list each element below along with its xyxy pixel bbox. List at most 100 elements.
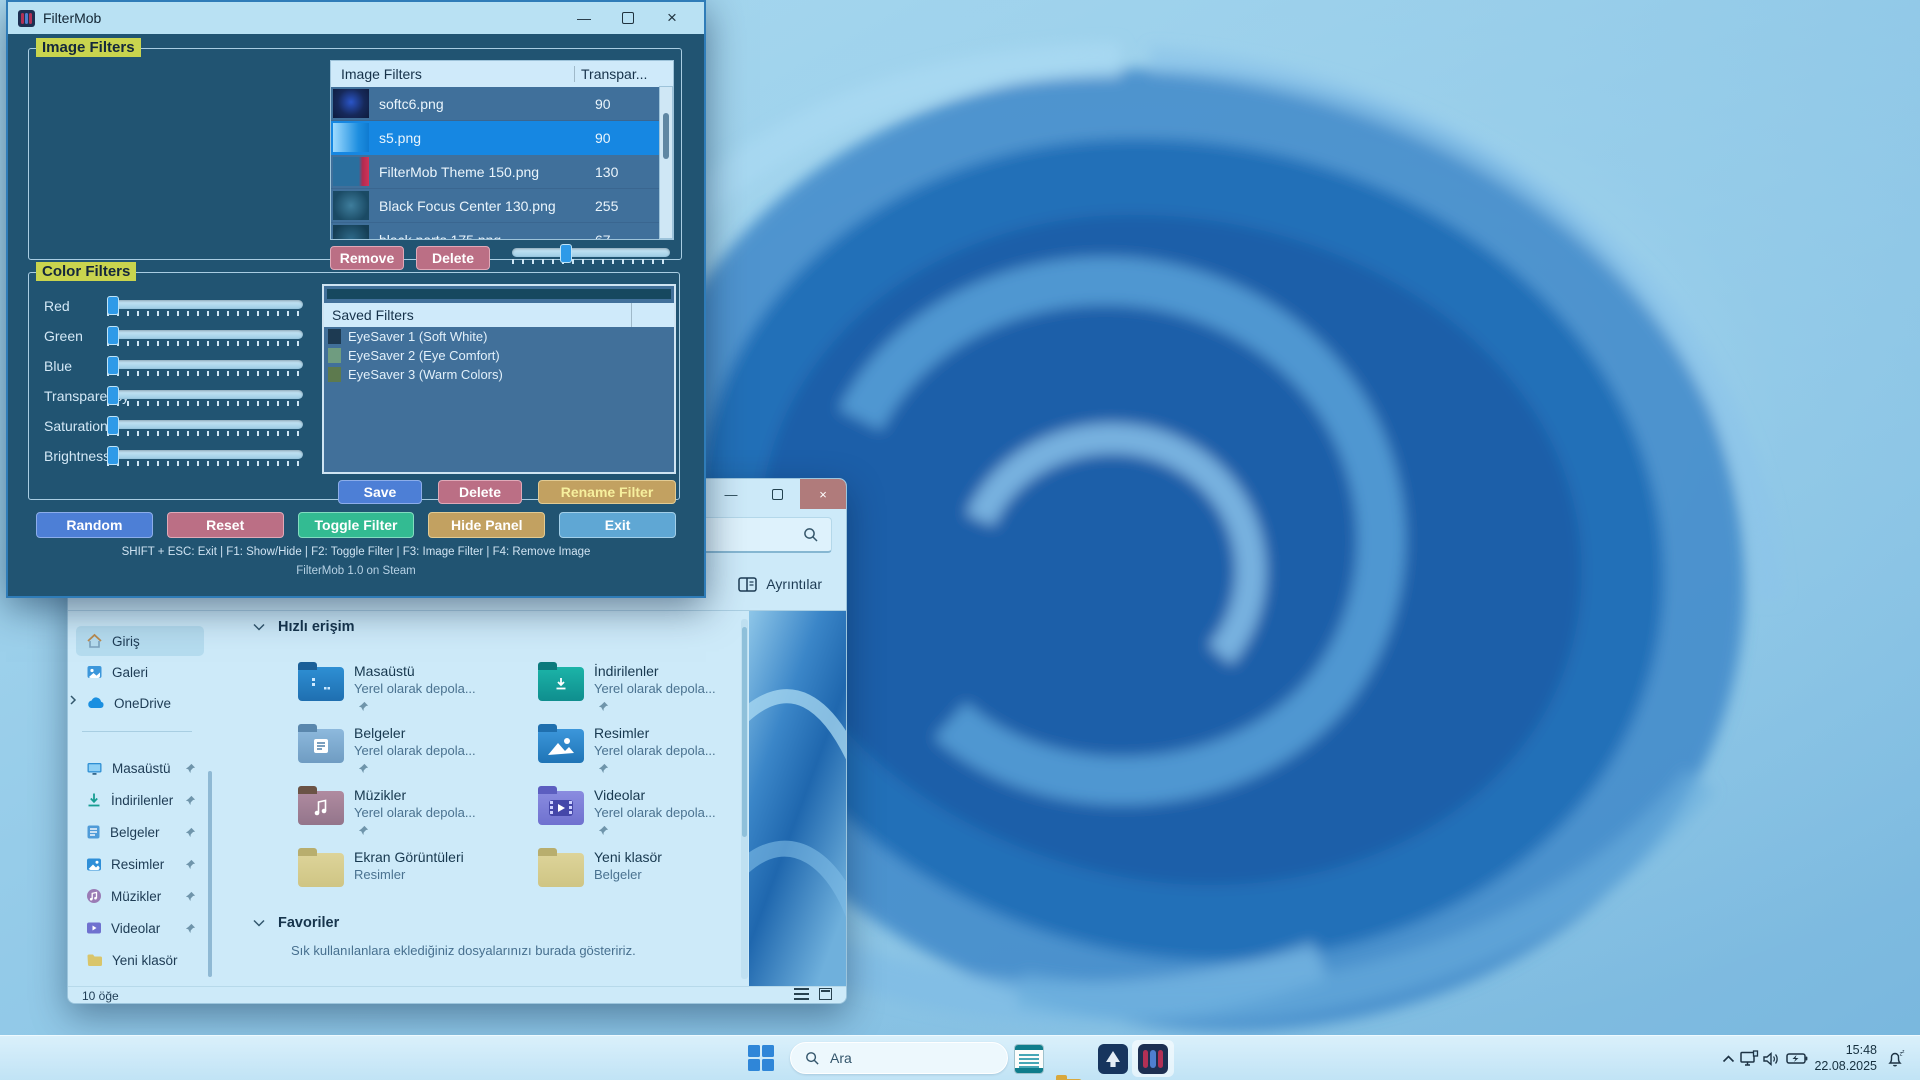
save-filter-button[interactable]: Save	[338, 480, 422, 504]
volume-tray-icon[interactable]	[1762, 1036, 1780, 1080]
notepad-taskbar-icon[interactable]	[1014, 1044, 1044, 1074]
file-explorer-taskbar-icon[interactable]	[1054, 1074, 1084, 1080]
sidebar-item-pictures[interactable]: Resimler	[76, 849, 204, 879]
chevron-down-icon	[253, 623, 265, 631]
saved-filters-panel[interactable]: Saved Filters EyeSaver 1 (Soft White) Ey…	[322, 284, 676, 474]
slider-thumb[interactable]	[560, 244, 572, 263]
saved-filter-name: EyeSaver 1 (Soft White)	[348, 329, 488, 344]
column-transparency[interactable]: Transpar...	[574, 66, 673, 82]
section-favorites[interactable]: Favoriler	[253, 915, 339, 931]
sidebar-label: Yeni klasör	[112, 952, 178, 968]
slider-thumb[interactable]	[107, 356, 119, 375]
filtermob-close-button[interactable]: ×	[650, 2, 694, 34]
sidebar-scrollbar[interactable]	[208, 771, 212, 977]
filtermob-taskbar-icon[interactable]	[1138, 1044, 1168, 1074]
image-filter-row-selected[interactable]: s5.png 90	[331, 121, 673, 155]
reset-button[interactable]: Reset	[166, 512, 284, 538]
bell-dnd-icon: zz	[1888, 1049, 1905, 1066]
filtermob-maximize-button[interactable]	[606, 2, 650, 34]
filtermob-minimize-button[interactable]: —	[562, 2, 606, 34]
sidebar-item-downloads[interactable]: İndirilenler	[76, 785, 204, 815]
delete-filter-button[interactable]: Delete	[438, 480, 522, 504]
app-version-text: FilterMob 1.0 on Steam	[296, 565, 416, 577]
pin-icon	[598, 763, 609, 774]
explorer-close-button[interactable]: ×	[800, 479, 846, 509]
notifications-tray-icon[interactable]: zz	[1886, 1036, 1906, 1080]
image-filter-row[interactable]: Black Focus Center 130.png 255	[331, 189, 673, 223]
image-thumbnail	[333, 123, 369, 152]
file-item[interactable]: Yeni klasör Belgeler	[538, 848, 766, 907]
file-item[interactable]: Ekran Görüntüleri Resimler	[298, 848, 526, 907]
delete-image-button[interactable]: Delete	[416, 246, 490, 270]
file-item[interactable]: Müzikler Yerel olarak depola...	[298, 786, 526, 845]
arrow-app-taskbar-icon[interactable]	[1098, 1044, 1128, 1074]
icons-view-button[interactable]	[819, 988, 832, 1000]
saturation-slider[interactable]	[107, 416, 303, 436]
start-button[interactable]	[748, 1045, 774, 1071]
image-transparency-slider[interactable]	[512, 244, 670, 264]
saved-filter-row[interactable]: EyeSaver 3 (Warm Colors)	[324, 365, 674, 384]
folder-icon	[87, 954, 102, 966]
sidebar-item-videos[interactable]: Videolar	[76, 913, 204, 943]
explorer-minimize-button[interactable]: —	[708, 479, 754, 509]
image-filters-group-label: Image Filters	[36, 38, 141, 57]
rename-filter-button[interactable]: Rename Filter	[538, 480, 676, 504]
battery-tray-icon[interactable]	[1786, 1036, 1808, 1080]
slider-thumb[interactable]	[107, 416, 119, 435]
image-filter-row[interactable]: black parts 175.png 67	[331, 223, 673, 239]
blue-slider[interactable]	[107, 356, 303, 376]
file-item[interactable]: Masaüstü Yerel olarak depola...	[298, 662, 526, 721]
saved-filters-header[interactable]: Saved Filters	[324, 303, 674, 327]
image-filter-row[interactable]: FilterMob Theme 150.png 130	[331, 155, 673, 189]
explorer-maximize-button[interactable]	[754, 479, 800, 509]
sidebar-item-music[interactable]: Müzikler	[76, 881, 204, 911]
file-item[interactable]: Resimler Yerel olarak depola...	[538, 724, 766, 783]
exit-button[interactable]: Exit	[559, 512, 676, 538]
file-item[interactable]: Videolar Yerel olarak depola...	[538, 786, 766, 845]
list-view-button[interactable]	[794, 988, 809, 1000]
slider-thumb[interactable]	[107, 386, 119, 405]
pin-icon	[185, 891, 196, 901]
saved-filter-row[interactable]: EyeSaver 1 (Soft White)	[324, 327, 674, 346]
toggle-filter-button[interactable]: Toggle Filter	[297, 512, 415, 538]
sidebar-item-home[interactable]: Giriş	[76, 626, 204, 656]
column-name[interactable]: Image Filters	[331, 66, 574, 82]
section-quick-access[interactable]: Hızlı erişim	[253, 619, 355, 635]
content-scrollbar[interactable]	[741, 619, 748, 979]
slider-thumb[interactable]	[107, 326, 119, 345]
sidebar-item-new-folder[interactable]: Yeni klasör	[76, 945, 204, 975]
image-filters-list[interactable]: Image Filters Transpar... softc6.png 90 …	[330, 60, 674, 240]
sidebar-item-onedrive[interactable]: OneDrive	[76, 688, 204, 718]
tray-chevron-up[interactable]	[1722, 1036, 1735, 1080]
slider-thumb[interactable]	[107, 446, 119, 465]
random-button[interactable]: Random	[36, 512, 153, 538]
sidebar-item-desktop[interactable]: Masaüstü	[76, 753, 204, 783]
taskbar-search[interactable]: Ara	[790, 1042, 1008, 1074]
image-list-scrollbar[interactable]	[659, 86, 673, 239]
hide-panel-button[interactable]: Hide Panel	[428, 512, 546, 538]
green-slider[interactable]	[107, 326, 303, 346]
image-filter-row[interactable]: softc6.png 90	[331, 87, 673, 121]
brightness-slider[interactable]	[107, 446, 303, 466]
item-name: Ekran Görüntüleri	[354, 849, 464, 865]
details-pane-toggle-button[interactable]: Ayrıntılar	[728, 569, 832, 599]
slider-thumb[interactable]	[107, 296, 119, 315]
clock-date: 22.08.2025	[1814, 1059, 1877, 1073]
file-item[interactable]: İndirilenler Yerel olarak depola...	[538, 662, 766, 721]
transparency-slider[interactable]	[107, 386, 303, 406]
section-label: Hızlı erişim	[278, 619, 355, 635]
file-item[interactable]: Belgeler Yerel olarak depola...	[298, 724, 526, 783]
red-slider[interactable]	[107, 296, 303, 316]
taskbar-clock[interactable]: 15:48 22.08.2025	[1813, 1042, 1877, 1074]
sidebar-item-documents[interactable]: Belgeler	[76, 817, 204, 847]
videos-folder-icon	[538, 786, 584, 825]
network-tray-icon[interactable]	[1740, 1036, 1759, 1080]
videos-icon	[87, 922, 101, 934]
saved-filter-row[interactable]: EyeSaver 2 (Eye Comfort)	[324, 346, 674, 365]
pin-icon	[358, 701, 369, 712]
sidebar-item-gallery[interactable]: Galeri	[76, 657, 204, 687]
sidebar-label: Masaüstü	[112, 760, 171, 776]
taskbar: Ara 15:48 22.08.2025 zz	[0, 1035, 1920, 1080]
remove-image-button[interactable]: Remove	[330, 246, 404, 270]
image-filters-list-header[interactable]: Image Filters Transpar...	[331, 61, 673, 87]
